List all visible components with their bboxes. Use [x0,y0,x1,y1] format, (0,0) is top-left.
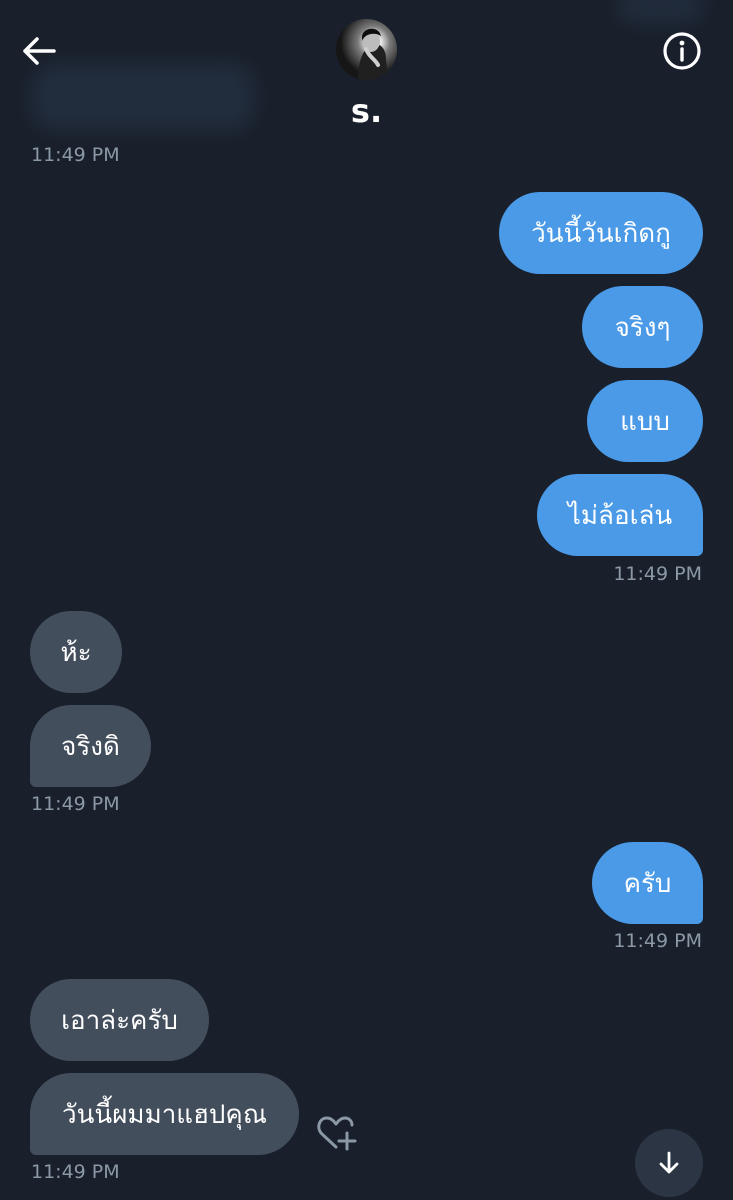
outgoing-message-bubble[interactable]: ครับ [592,842,703,924]
outgoing-message-bubble[interactable]: ไม่ล้อเล่น [537,474,703,556]
incoming-message-bubble[interactable]: ห้ะ [30,611,122,693]
info-circle-icon [663,32,701,70]
outgoing-message-bubble[interactable]: แบบ [587,380,703,462]
message-timestamp: 11:49 PM [31,793,120,815]
incoming-message-bubble[interactable]: จริงดิ [30,705,151,787]
heart-plus-icon [317,1116,357,1151]
arrow-left-icon [23,37,56,65]
avatar[interactable] [336,19,397,80]
outgoing-message-bubble[interactable]: จริงๆ [582,286,703,368]
message-timestamp: 11:49 PM [31,144,120,166]
incoming-message-bubble[interactable]: วันนี้ผมมาแฮปคุณ [30,1073,299,1155]
message-timestamp: 11:49 PM [613,563,702,585]
scroll-to-bottom-button[interactable] [635,1129,703,1197]
info-button[interactable] [661,30,703,72]
incoming-message-bubble[interactable]: เอาล่ะครับ [30,979,209,1061]
back-button[interactable] [18,30,60,72]
message-timestamp: 11:49 PM [613,930,702,952]
profile-photo [358,28,388,80]
add-reaction-button[interactable] [316,1113,358,1153]
blurred-previous-message-top [618,0,704,22]
contact-name[interactable]: s. [0,92,733,130]
message-timestamp: 11:49 PM [31,1161,120,1183]
outgoing-message-bubble[interactable]: วันนี้วันเกิดกู [499,192,703,274]
chat-screen: s. 11:49 PM วันนี้วันเกิดกู จริงๆ แบบ ไม… [0,0,733,1200]
arrow-down-icon [659,1151,679,1174]
